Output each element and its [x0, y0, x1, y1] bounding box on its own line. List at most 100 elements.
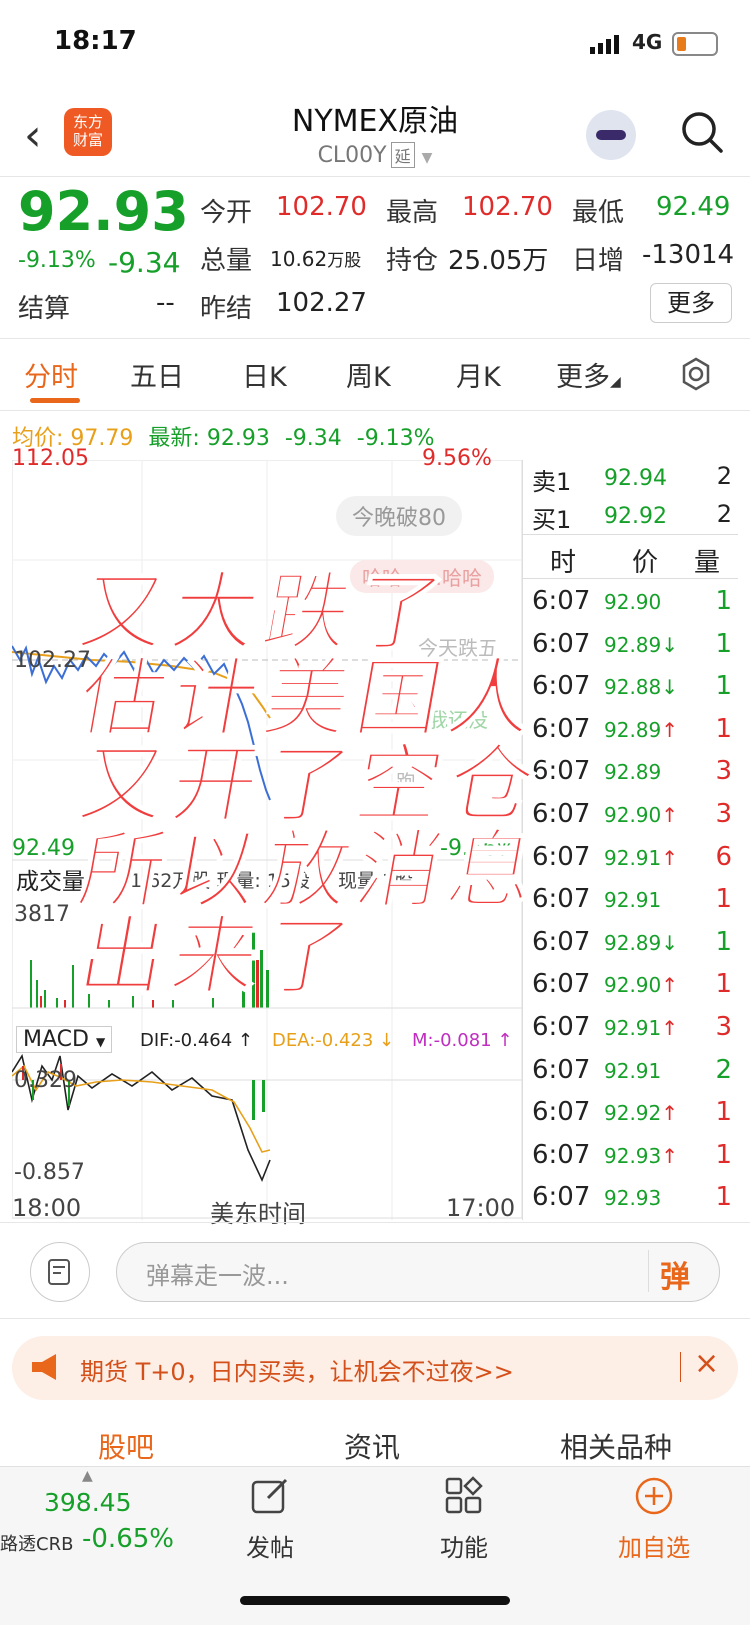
danmu-send-button[interactable]: 弹 [660, 1252, 690, 1296]
trade-time: 6:07 [532, 1097, 591, 1128]
latest-label: 最新: [148, 426, 200, 451]
search-icon[interactable] [680, 110, 724, 154]
network-label: 4G [632, 30, 663, 54]
last-price: 92.93 [18, 180, 189, 243]
volume-label: 总量 [200, 246, 253, 276]
volume-unit: 万股 [327, 251, 362, 271]
open-label: 今开 [200, 198, 253, 228]
trade-time: 6:07 [532, 1054, 591, 1085]
trade-volume: 1 [715, 969, 732, 1000]
trade-price: 92.91 [604, 1059, 661, 1083]
trade-row: 6:07 92.91↑ 3 [532, 1012, 738, 1052]
grid-icon[interactable] [444, 1476, 484, 1520]
trade-row: 6:07 92.93↑ 1 [532, 1140, 738, 1180]
trade-volume: 3 [715, 799, 732, 829]
index-value[interactable]: 398.45 [44, 1488, 131, 1517]
index-change[interactable]: -0.65% [82, 1524, 174, 1554]
overlay-line: 所以放消息 [70, 820, 550, 922]
low-label: 最低 [572, 198, 625, 228]
function-button[interactable]: 功能 [440, 1528, 488, 1563]
macd-selector[interactable]: MACD ▼ [16, 1026, 113, 1053]
high-value: 102.70 [462, 192, 553, 222]
trade-price: 92.92↑ [604, 1101, 678, 1125]
signal-icon [590, 35, 619, 54]
trade-volume: 1 [715, 628, 732, 659]
tab-stock-forum[interactable]: 股吧 [98, 1426, 154, 1466]
trade-price: 92.93 [604, 1186, 661, 1210]
tab-intraday[interactable]: 分时 [24, 355, 78, 394]
contract-code[interactable]: CL00Y 延 ▼ [0, 142, 750, 168]
trade-price-value: 92.91 [604, 1058, 662, 1083]
tab-five-day[interactable]: 五日 [130, 355, 184, 394]
trade-price-value: 92.93 [604, 1186, 662, 1211]
post-button[interactable]: 发帖 [246, 1528, 294, 1563]
tab-more-label: 更多 [556, 362, 610, 393]
trade-time: 6:07 [532, 1139, 591, 1170]
overlay-caption: 又大跌了 估计美国人 又开了空仓 所以放消息 出来了 [70, 562, 700, 1008]
gear-icon[interactable] [678, 356, 714, 392]
add-watchlist-button[interactable]: 加自选 [618, 1528, 690, 1563]
tab-related[interactable]: 相关品种 [560, 1426, 672, 1466]
overlay-line: 又开了空仓 [70, 734, 550, 836]
tab-news[interactable]: 资讯 [344, 1426, 400, 1466]
trade-volume: 1 [715, 671, 732, 702]
contract-code-text: CL00Y [317, 143, 387, 168]
change-pct: -9.13% [18, 248, 96, 273]
settle-value: -- [156, 288, 175, 318]
close-icon[interactable]: × [694, 1346, 719, 1381]
volume-number: 10.62 [270, 247, 328, 271]
latest-value: 92.93 [206, 426, 270, 451]
daily-inc-label: 日增 [572, 246, 625, 276]
low-value: 92.49 [656, 192, 731, 222]
daily-inc-value: -13014 [642, 240, 735, 270]
trade-volume: 2 [715, 1054, 732, 1085]
trade-row: 6:07 92.93 1 [532, 1182, 738, 1222]
tab-daily-k[interactable]: 日K [242, 355, 287, 394]
plus-circle-icon[interactable] [634, 1476, 674, 1520]
buy1-price: 92.92 [604, 504, 667, 529]
sell1-vol: 2 [716, 462, 732, 490]
position-value: 25.05万 [448, 246, 549, 276]
tab-more[interactable]: 更多◢ [556, 355, 621, 394]
volume-value: 10.62万股 [270, 246, 361, 271]
status-bar: 18:17 4G [0, 0, 750, 88]
trade-price: 92.93↑ [604, 1144, 678, 1168]
latest-change: -9.34 [284, 426, 342, 451]
trade-direction-arrow: ↑ [661, 1016, 679, 1040]
page-title: NYMEX原油 [291, 104, 459, 139]
more-button[interactable]: 更多 [650, 283, 732, 323]
tab-monthly-k[interactable]: 月K [456, 355, 501, 394]
danmu-placeholder: 弹幕走一波... [146, 1262, 289, 1290]
trade-volume: 6 [715, 841, 732, 872]
tab-weekly-k[interactable]: 周K [346, 355, 391, 394]
promo-text: 期货 T+0，日内买卖，让机会不过夜>> [80, 1358, 514, 1386]
trade-price: 92.91↑ [604, 1016, 678, 1040]
robot-avatar[interactable] [586, 110, 636, 160]
danmu-settings-icon[interactable] [30, 1242, 90, 1302]
trade-row: 6:07 92.91 2 [532, 1055, 738, 1095]
danmu-bubble: 今晚破80 [336, 496, 462, 536]
trade-volume: 1 [715, 884, 732, 915]
trade-time: 6:07 [532, 1182, 591, 1213]
macd-top: 0.329 [14, 1068, 77, 1093]
megaphone-icon [30, 1352, 66, 1386]
trade-volume: 1 [715, 586, 732, 616]
settle-label: 结算 [18, 294, 71, 324]
x-axis-start: 18:00 [12, 1194, 82, 1222]
trade-volume: 1 [715, 1182, 732, 1213]
edit-icon[interactable] [250, 1476, 290, 1520]
open-value: 102.70 [276, 192, 367, 222]
position-label: 持仓 [386, 246, 439, 276]
x-axis-end: 17:00 [446, 1194, 516, 1222]
macd-dea: DEA:-0.423 ↓ [272, 1030, 395, 1051]
high-label: 最高 [386, 198, 439, 228]
trade-volume: 3 [715, 756, 732, 787]
home-indicator [240, 1596, 510, 1605]
trade-volume: 1 [715, 1139, 732, 1170]
index-name[interactable]: 路透CRB [0, 1530, 73, 1556]
chevron-down-icon: ▼ [421, 150, 433, 166]
trade-volume: 1 [715, 713, 732, 744]
delay-tag: 延 [390, 142, 415, 168]
trade-price-value: 92.93 [604, 1143, 662, 1168]
trade-volume: 1 [715, 926, 732, 957]
